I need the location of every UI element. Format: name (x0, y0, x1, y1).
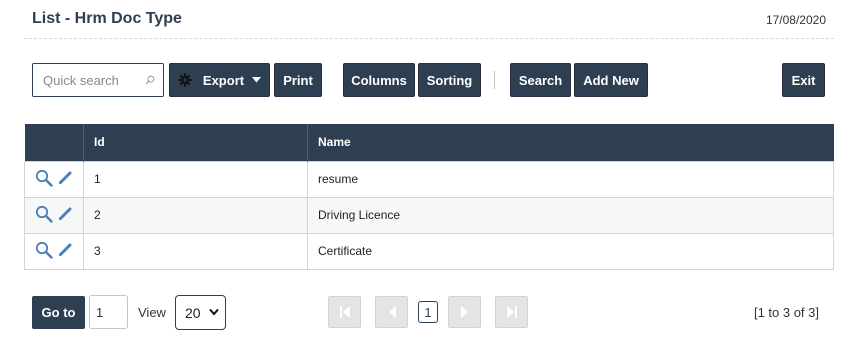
first-page-icon (339, 306, 350, 318)
name-column-header[interactable]: Name (307, 124, 834, 161)
table-header-row: Id Name (24, 124, 834, 161)
exit-button[interactable]: Exit (782, 63, 825, 97)
actions-column-header (24, 124, 84, 161)
next-page-icon (460, 306, 468, 318)
cell-id: 3 (83, 232, 308, 270)
page-number-input[interactable] (89, 295, 128, 329)
row-actions (24, 160, 84, 198)
chevron-down-icon (209, 308, 219, 316)
goto-button[interactable]: Go to (32, 296, 85, 329)
first-page-button[interactable] (328, 296, 361, 328)
edit-icon[interactable] (58, 206, 73, 224)
previous-page-button[interactable] (375, 296, 408, 328)
date-label: 17/08/2020 (765, 13, 826, 27)
edit-icon[interactable] (58, 242, 73, 260)
row-actions (24, 196, 84, 234)
page-size-value: 20 (185, 304, 201, 321)
table-row: 3 Certificate (24, 232, 834, 270)
toolbar-separator (494, 71, 495, 89)
header-divider (24, 38, 834, 39)
table-row: 1 resume (24, 160, 834, 198)
next-page-button[interactable] (448, 296, 481, 328)
quick-search-input[interactable] (41, 71, 145, 89)
cell-name: Certificate (307, 232, 834, 270)
view-label: View (138, 305, 166, 320)
gear-icon (178, 73, 192, 87)
quick-search-box[interactable] (32, 63, 164, 97)
columns-button[interactable]: Columns (343, 63, 415, 97)
page-size-select[interactable]: 20 (175, 295, 226, 330)
edit-icon[interactable] (58, 170, 73, 188)
cell-name: resume (307, 160, 834, 198)
sorting-button[interactable]: Sorting (418, 63, 481, 97)
view-icon[interactable] (35, 169, 53, 190)
add-new-button[interactable]: Add New (574, 63, 648, 97)
table-row: 2 Driving Licence (24, 196, 834, 234)
row-actions (24, 232, 84, 270)
view-icon[interactable] (35, 241, 53, 262)
id-column-header[interactable]: Id (83, 124, 308, 161)
print-button[interactable]: Print (274, 63, 322, 97)
previous-page-icon (388, 306, 396, 318)
cell-name: Driving Licence (307, 196, 834, 234)
search-icon[interactable] (145, 72, 155, 88)
page-title: List - Hrm Doc Type (32, 10, 182, 27)
view-icon[interactable] (35, 205, 53, 226)
doc-type-table: Id Name 1 resume 2 Driving Licence 3 Cer… (24, 124, 834, 270)
cell-id: 2 (83, 196, 308, 234)
search-button[interactable]: Search (510, 63, 571, 97)
last-page-button[interactable] (495, 296, 528, 328)
export-button[interactable]: Export (169, 63, 270, 97)
last-page-icon (506, 306, 517, 318)
current-page-indicator[interactable]: 1 (418, 301, 438, 323)
caret-down-icon (252, 77, 262, 83)
export-label: Export (202, 72, 245, 88)
cell-id: 1 (83, 160, 308, 198)
record-range-label: [1 to 3 of 3] (753, 305, 819, 320)
